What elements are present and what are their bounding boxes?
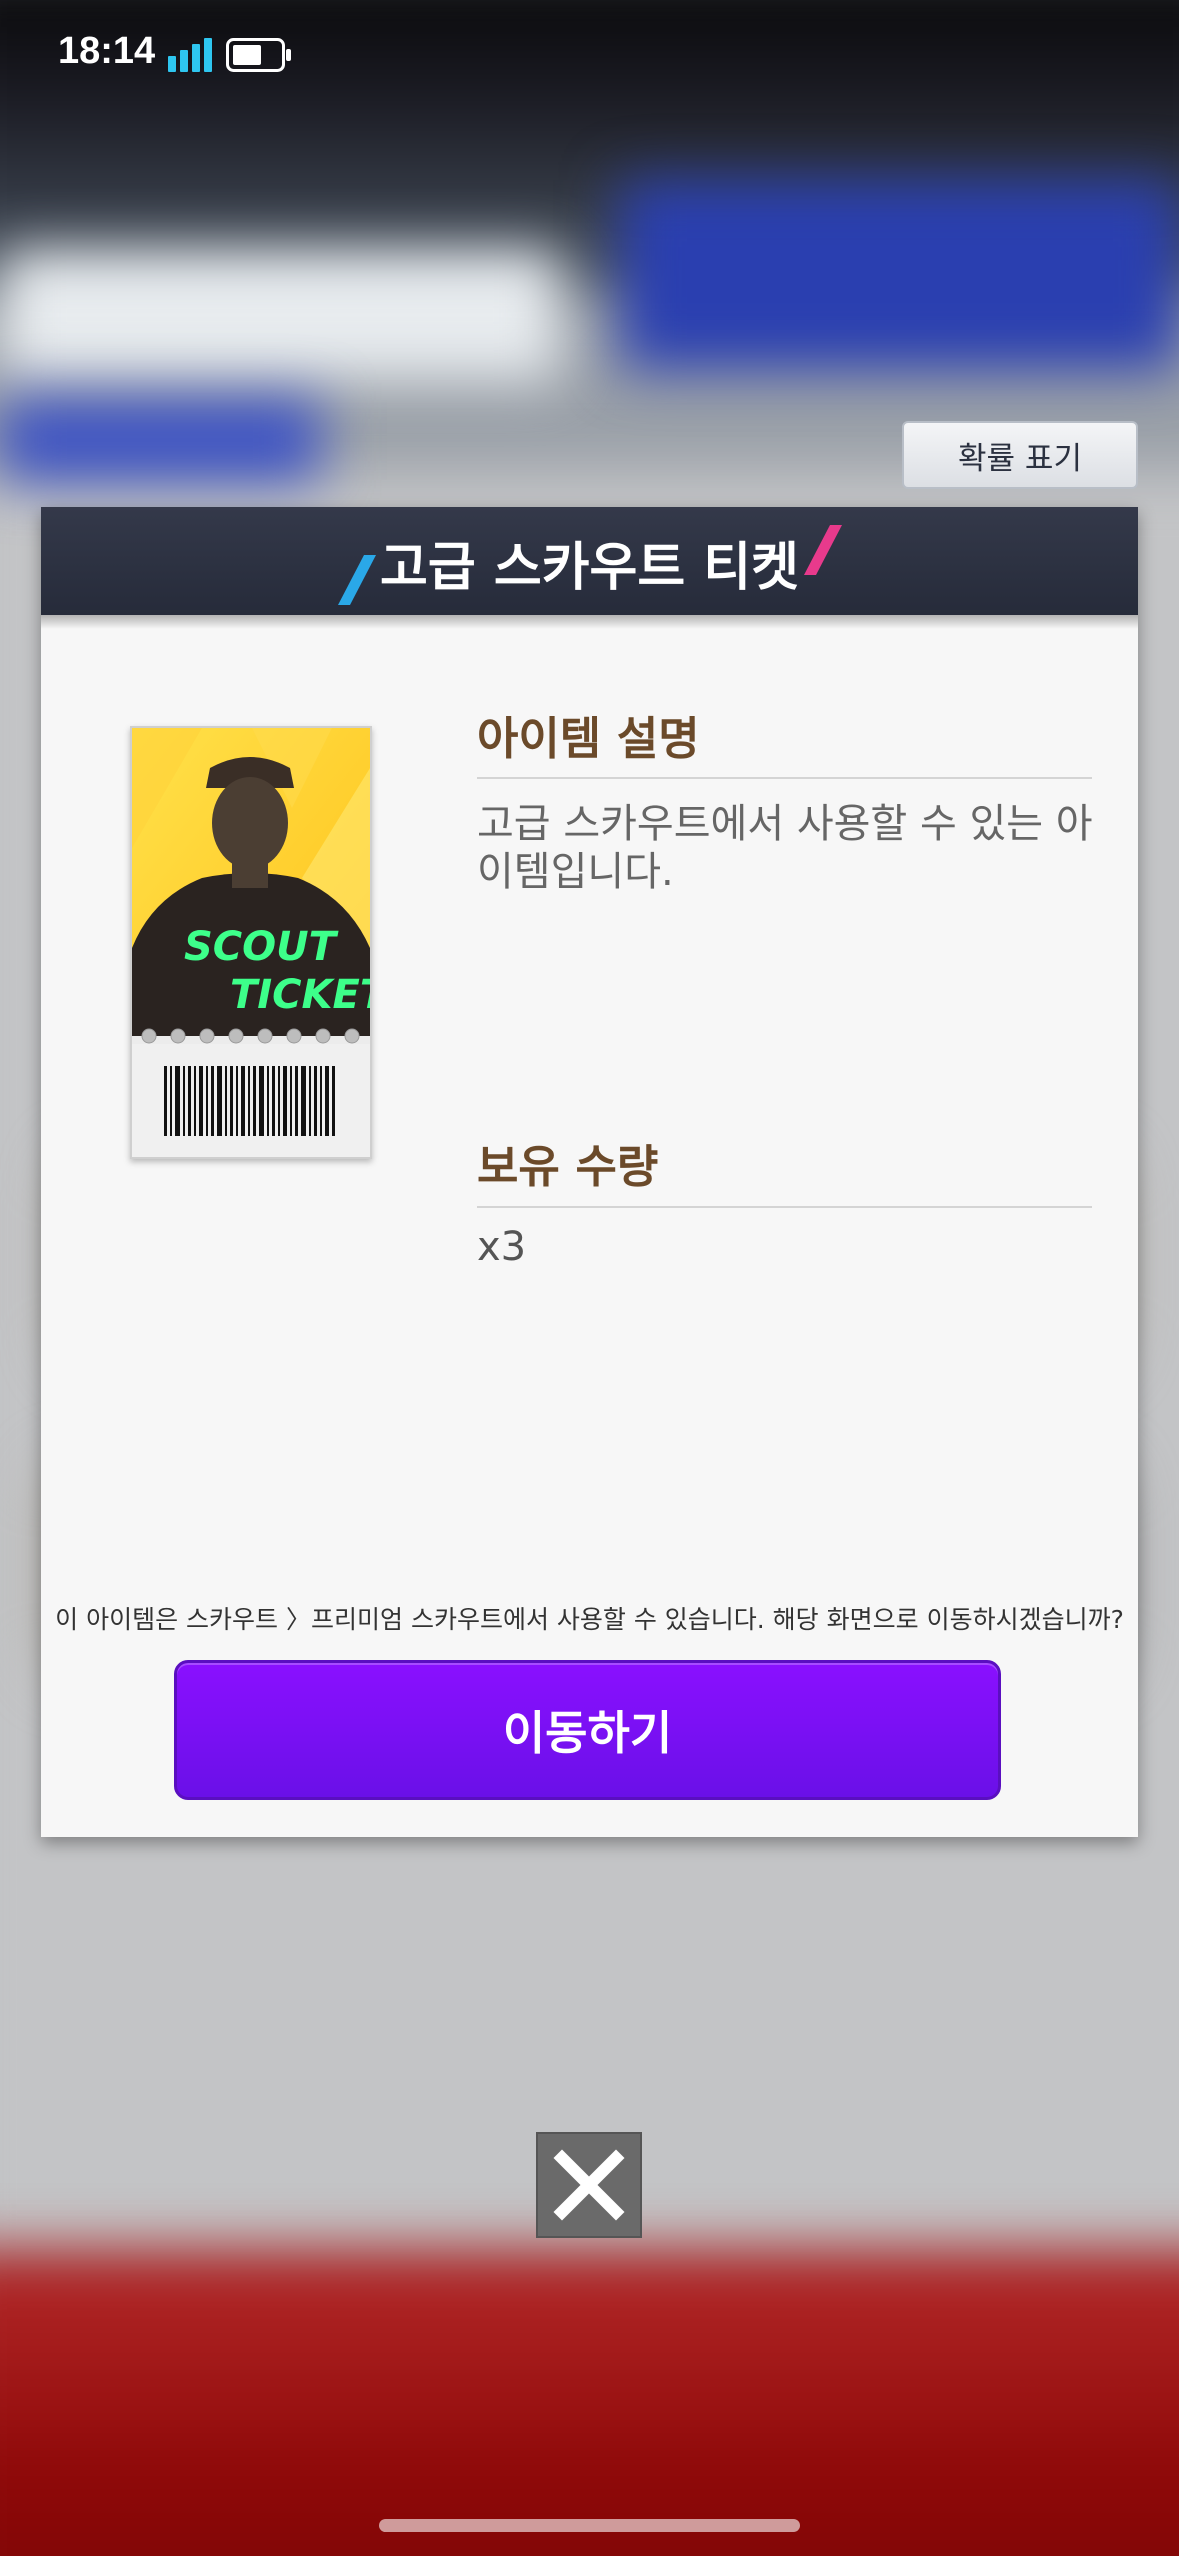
close-button[interactable] bbox=[536, 2132, 642, 2238]
close-icon bbox=[553, 2149, 625, 2221]
owned-quantity-value: x3 bbox=[477, 1224, 527, 1270]
modal-title: 고급 스카우트 티켓 bbox=[380, 538, 799, 598]
description-divider bbox=[477, 777, 1092, 779]
slash-decoration-right bbox=[804, 525, 842, 575]
ticket-text-ticket: TICKET bbox=[230, 972, 370, 1018]
status-bar: 18:14 bbox=[0, 0, 1179, 110]
modal-header: 고급 스카우트 티켓 bbox=[41, 507, 1138, 629]
battery-icon bbox=[226, 38, 291, 72]
signal-icon bbox=[168, 38, 212, 72]
ticket-text-scout: SCOUT bbox=[184, 924, 339, 970]
status-time: 18:14 bbox=[58, 30, 156, 72]
owned-divider bbox=[477, 1206, 1092, 1208]
home-indicator[interactable] bbox=[379, 2519, 800, 2532]
move-notice: 이 아이템은 스카우트 〉프리미엄 스카우트에서 사용할 수 있습니다. 해당 … bbox=[55, 1605, 1124, 1634]
description-heading: 아이템 설명 bbox=[477, 712, 700, 765]
owned-quantity-heading: 보유 수량 bbox=[477, 1140, 659, 1193]
probability-display-button[interactable]: 확률 표기 bbox=[902, 421, 1138, 489]
item-info-modal: 고급 스카우트 티켓 SCOUT TICKET bbox=[41, 507, 1138, 1837]
go-button[interactable]: 이동하기 bbox=[174, 1660, 1001, 1800]
description-text: 고급 스카우트에서 사용할 수 있는 아이템입니다. bbox=[477, 801, 1093, 895]
scout-ticket-image: SCOUT TICKET bbox=[130, 726, 390, 1159]
